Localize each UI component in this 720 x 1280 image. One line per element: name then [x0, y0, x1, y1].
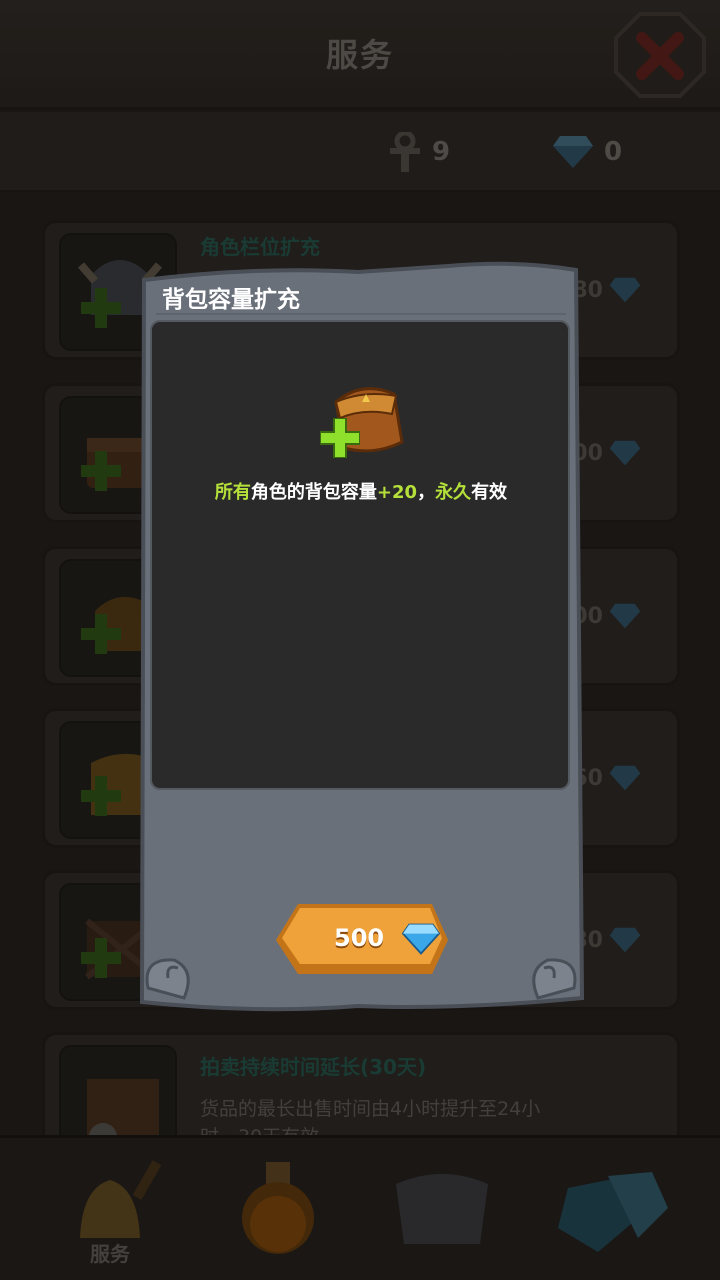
plus-icon — [320, 418, 360, 458]
buy-price: 500 — [334, 924, 385, 952]
bag-expansion-dialog: 背包容量扩充 所有角色的背包容量+20，永久有效 500 — [138, 258, 584, 1028]
dialog-title: 背包容量扩充 — [162, 287, 300, 313]
buy-button[interactable]: 500 — [274, 900, 450, 978]
dialog-description: 所有角色的背包容量+20，永久有效 — [214, 482, 508, 503]
diamond-icon — [402, 923, 440, 955]
